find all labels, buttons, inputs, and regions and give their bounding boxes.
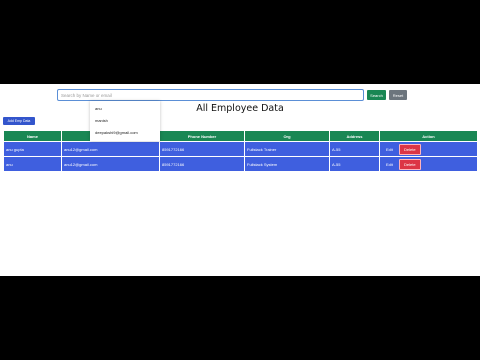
delete-button[interactable]: Delete [399,143,421,155]
column-header-address: Address [329,130,380,142]
cell-phone: 8591772166 [159,141,245,157]
edit-button[interactable]: Edit [386,147,393,152]
add-employee-button[interactable]: Add Emp Data [3,117,35,125]
cell-address: A-55 [329,141,380,157]
table-header-row: Name Email Phone Number Org Address Acti… [3,130,478,142]
table-row: anu anu12@gmail.com 8591772166 Fullstack… [3,156,478,172]
column-header-name: Name [3,130,62,142]
table-row: anu gupta anu12@gmail.com 8591772166 Ful… [3,141,478,157]
search-input[interactable] [57,89,364,101]
employee-table: Name Email Phone Number Org Address Acti… [3,130,478,172]
search-suggestions-dropdown: anu manish deepakshi9@gmail.com [90,101,160,141]
column-header-org: Org [244,130,330,142]
cell-org: Fullstack Trainer [244,141,330,157]
column-header-action: Action [379,130,478,142]
suggestion-item[interactable]: anu [90,103,160,115]
edit-button[interactable]: Edit [386,162,393,167]
suggestion-item[interactable]: deepakshi9@gmail.com [90,127,160,139]
cell-org: Fullstack System [244,156,330,172]
page-title: All Employee Data [196,103,284,114]
suggestion-item[interactable]: manish [90,115,160,127]
cell-phone: 8591772166 [159,156,245,172]
search-button[interactable]: Search [367,90,386,100]
cell-email: anu12@gmail.com [61,156,160,172]
reset-button[interactable]: Reset [389,90,407,100]
cell-address: A-55 [329,156,380,172]
delete-button[interactable]: Delete [399,158,421,170]
cell-action: Edit Delete [379,141,478,157]
cell-name: anu gupta [3,141,62,157]
cell-name: anu [3,156,62,172]
cell-action: Edit Delete [379,156,478,172]
column-header-phone: Phone Number [159,130,245,142]
cell-email: anu12@gmail.com [61,141,160,157]
